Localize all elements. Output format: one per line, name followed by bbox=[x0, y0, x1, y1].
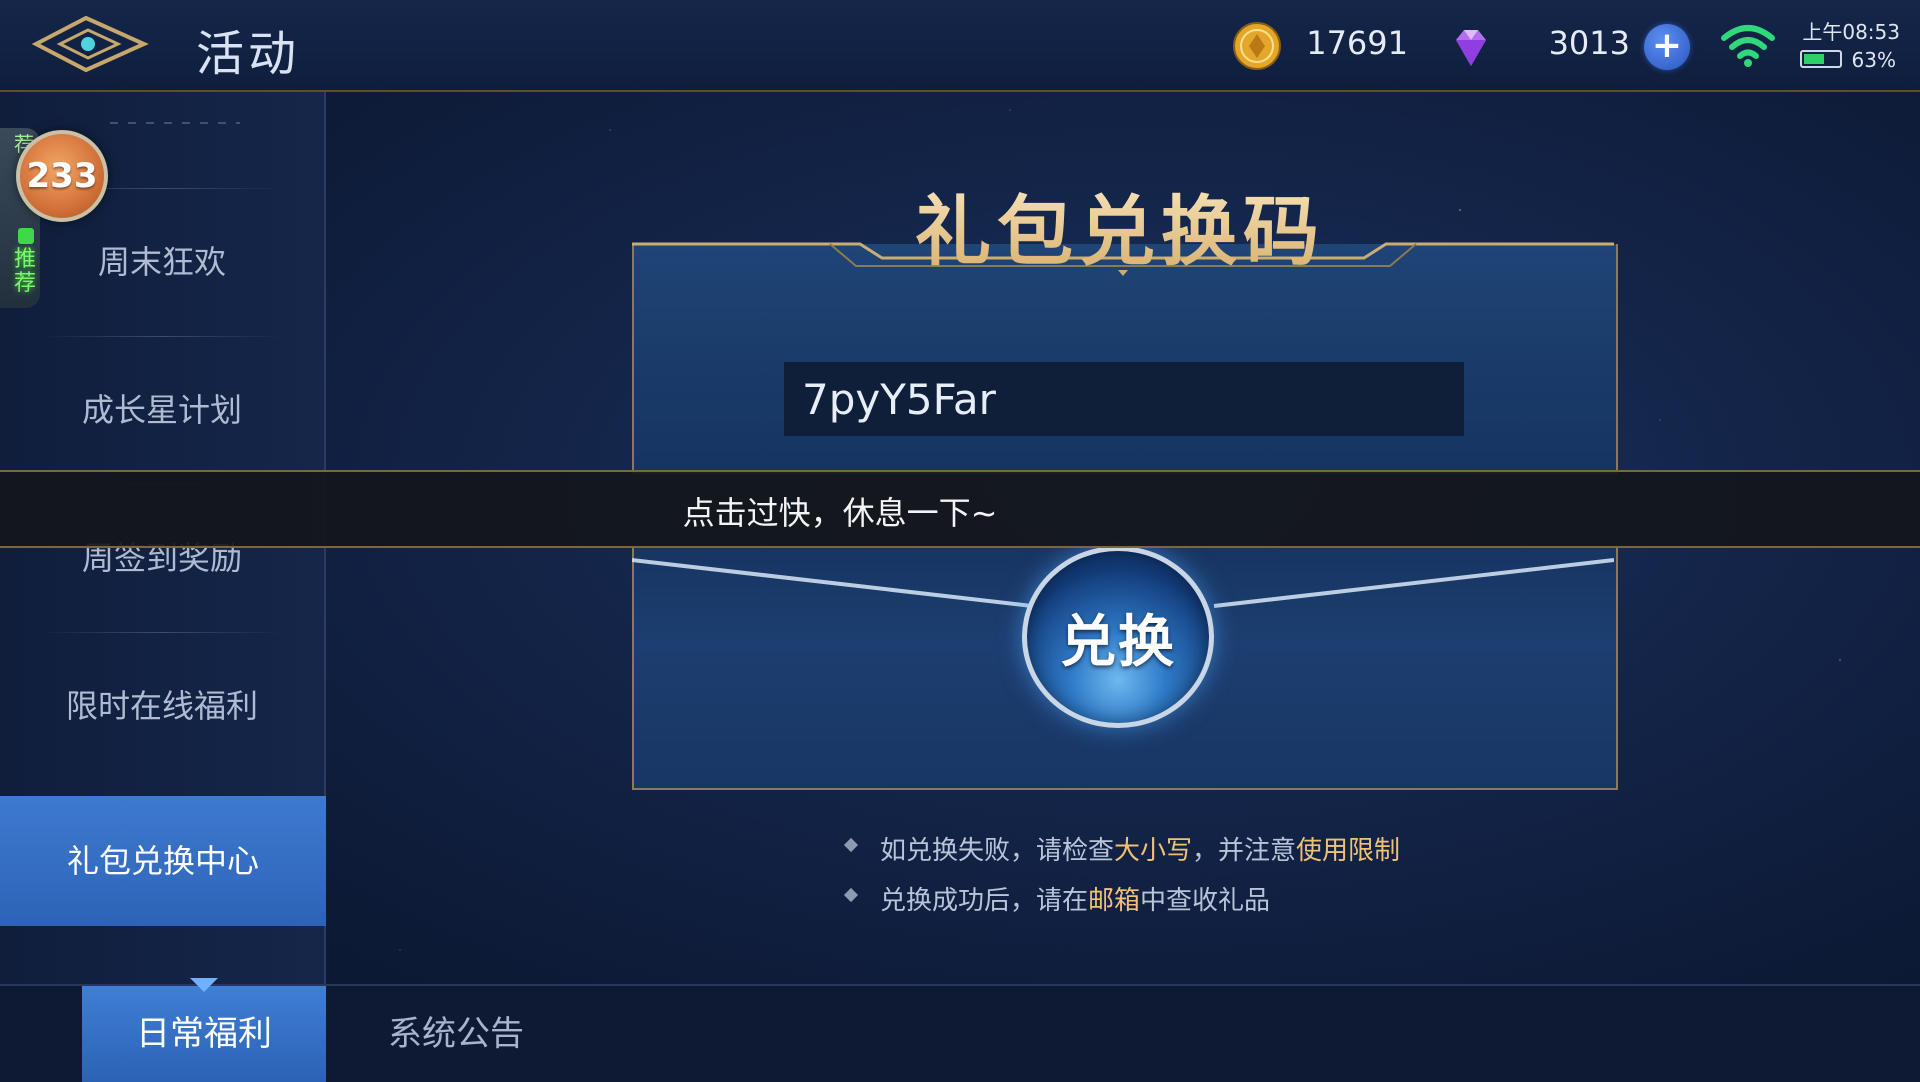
recommend-widget[interactable]: 荐 233 推荐 bbox=[0, 128, 112, 308]
thumbs-up-icon bbox=[18, 228, 34, 244]
wifi-icon bbox=[1721, 25, 1775, 67]
sidebar-partial-item bbox=[110, 122, 240, 124]
tab-system-notice[interactable]: 系统公告 bbox=[346, 986, 566, 1082]
tab-active-indicator bbox=[190, 978, 218, 992]
status-clock: 上午08:53 bbox=[1802, 20, 1900, 44]
gold-coin-icon bbox=[1233, 22, 1281, 70]
tab-daily-benefits[interactable]: 日常福利 bbox=[82, 978, 326, 1082]
top-bar: 活动 17691 3013 + 上午08:53 63% bbox=[0, 0, 1920, 92]
battery-percent: 63% bbox=[1851, 48, 1896, 72]
sidebar-item-growth-star-plan[interactable]: 成长星计划 bbox=[0, 336, 324, 484]
tip-item: 如兑换失败，请检查大小写，并注意使用限制 bbox=[840, 830, 1560, 880]
add-gems-button[interactable]: + bbox=[1644, 24, 1690, 70]
coin-amount: 17691 bbox=[1306, 24, 1408, 62]
tab-label: 系统公告 bbox=[388, 1014, 524, 1054]
back-arrow-icon[interactable] bbox=[30, 12, 150, 76]
sidebar-item-gift-redeem-center[interactable]: 礼包兑换中心 bbox=[0, 796, 326, 926]
redeem-button[interactable]: 兑换 bbox=[1022, 546, 1214, 728]
recommend-count-badge[interactable]: 233 bbox=[16, 130, 108, 222]
tip-text: 兑换成功后，请在邮箱中查收礼品 bbox=[880, 886, 1271, 916]
bullet-diamond-icon bbox=[843, 887, 859, 903]
toast-message: 点击过快，休息一下~ bbox=[0, 470, 1920, 548]
sidebar-item-online-rewards[interactable]: 限时在线福利 bbox=[0, 632, 324, 780]
diamond-gem-icon bbox=[1456, 30, 1486, 66]
battery-status: 63% bbox=[1796, 46, 1900, 72]
tip-text: 如兑换失败，请检查大小写，并注意使用限制 bbox=[880, 836, 1401, 866]
recommend-label-vertical: 推荐 bbox=[14, 247, 37, 296]
redeem-tips: 如兑换失败，请检查大小写，并注意使用限制 兑换成功后，请在邮箱中查收礼品 bbox=[840, 830, 1560, 930]
redeem-button-label: 兑换 bbox=[1060, 610, 1176, 675]
gem-amount: 3013 bbox=[1548, 24, 1630, 62]
battery-icon bbox=[1800, 50, 1842, 68]
toast-text: 点击过快，休息一下~ bbox=[682, 494, 998, 532]
bottom-tab-bar: 日常福利 系统公告 bbox=[0, 978, 1920, 1082]
page-title: 活动 bbox=[196, 26, 301, 82]
bullet-diamond-icon bbox=[843, 837, 859, 853]
tip-item: 兑换成功后，请在邮箱中查收礼品 bbox=[840, 880, 1560, 930]
tab-label: 日常福利 bbox=[136, 1014, 272, 1054]
gift-code-input[interactable] bbox=[784, 362, 1464, 436]
gift-code-title: 礼包兑换码 bbox=[860, 170, 1380, 280]
recommend-count: 233 bbox=[26, 156, 98, 196]
